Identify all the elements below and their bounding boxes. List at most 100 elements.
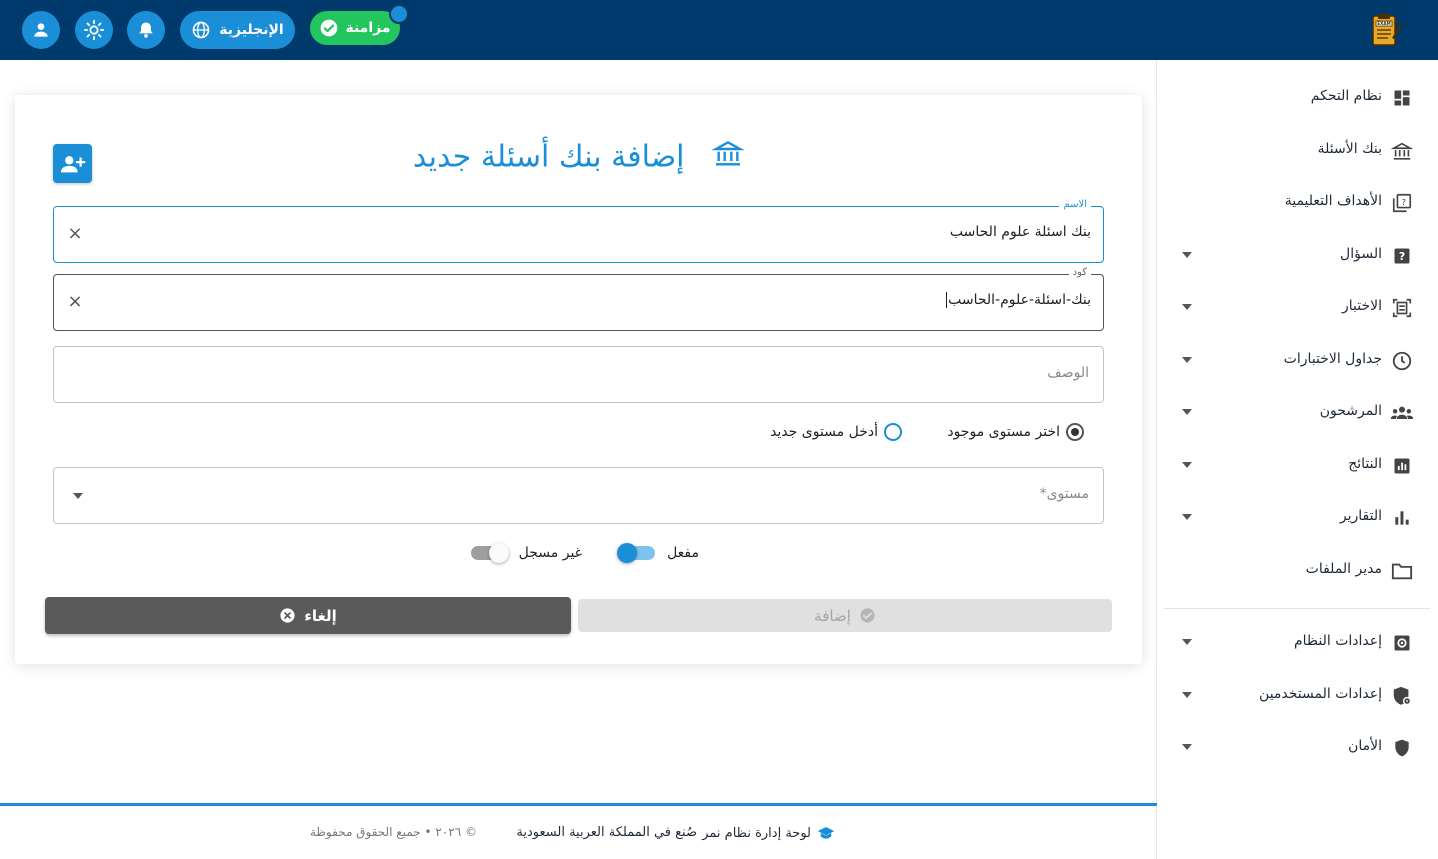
name-field[interactable]: الاسم بنك اسئلة علوم الحاسب × bbox=[53, 199, 1104, 263]
sidebar-item-label: الأمان bbox=[1348, 738, 1382, 754]
unregistered-switch[interactable] bbox=[470, 543, 509, 563]
add-question-bank-card: إضافة بنك أسئلة جديد الاسم بنك اسئلة علو… bbox=[15, 95, 1142, 664]
sidebar-item-user-settings[interactable]: إعدادات المستخدمين bbox=[1156, 676, 1438, 716]
user-settings-icon bbox=[1390, 684, 1414, 708]
code-field[interactable]: كود بنك-اسئلة-علوم-الحاسب × bbox=[53, 267, 1104, 331]
footer-made-in: صُنع في المملكة العربية السعودية bbox=[516, 825, 697, 840]
svg-text:?: ? bbox=[1399, 250, 1405, 263]
radio-new-label: أدخل مستوى جديد bbox=[770, 424, 878, 440]
footer-copyright: © ٢٠٢٦ • جميع الحقوق محفوظة bbox=[309, 825, 477, 839]
radio-new-level[interactable]: أدخل مستوى جديد bbox=[770, 423, 902, 441]
objectives-icon: ? bbox=[1390, 191, 1414, 215]
globe-icon bbox=[192, 21, 210, 39]
logo-text: EXAM bbox=[1377, 21, 1391, 26]
level-mode-radio-group: اختر مستوى موجود أدخل مستوى جديد bbox=[15, 423, 1142, 447]
folder-icon bbox=[1390, 559, 1414, 583]
bank-icon bbox=[1390, 139, 1414, 163]
sidebar-item-label: السؤال bbox=[1340, 246, 1382, 262]
sidebar-item-exam[interactable]: الاختبار bbox=[1156, 288, 1438, 328]
user-icon bbox=[34, 23, 48, 37]
clock-icon bbox=[1390, 349, 1414, 373]
sidebar-item-label: الأهداف التعليمية bbox=[1284, 193, 1382, 209]
graduation-cap-icon bbox=[817, 827, 835, 839]
chevron-down-icon bbox=[1182, 304, 1192, 310]
bell-icon bbox=[139, 22, 153, 38]
sidebar-item-label: المرشحون bbox=[1319, 403, 1382, 419]
code-value-wrap: بنك-اسئلة-علوم-الحاسب bbox=[946, 292, 1091, 308]
system-settings-icon bbox=[1390, 631, 1414, 655]
sidebar-item-results[interactable]: النتائج bbox=[1156, 446, 1438, 486]
sidebar-item-label: إعدادات المستخدمين bbox=[1259, 686, 1382, 702]
sidebar-item-label: إعدادات النظام bbox=[1293, 633, 1382, 649]
footer: لوحة إدارة نظام نمر صُنع في المملكة العر… bbox=[0, 818, 1157, 848]
check-circle-icon bbox=[860, 608, 875, 623]
chevron-down-icon bbox=[1182, 357, 1192, 363]
add-user-button[interactable] bbox=[53, 144, 92, 183]
user-plus-icon bbox=[60, 155, 85, 172]
footer-divider bbox=[0, 803, 1157, 806]
chevron-down-icon bbox=[1182, 462, 1192, 468]
page-title-text: إضافة بنك أسئلة جديد bbox=[412, 139, 685, 175]
active-toggle-label: مفعل bbox=[667, 545, 699, 561]
chevron-down-icon bbox=[1182, 252, 1192, 258]
clear-name-icon[interactable]: × bbox=[66, 225, 84, 243]
sidebar-item-question[interactable]: ? السؤال bbox=[1156, 236, 1438, 276]
radio-existing-label: اختر مستوى موجود bbox=[947, 424, 1060, 440]
sidebar-item-label: مدير الملفات bbox=[1305, 561, 1382, 577]
sidebar: نظام التحكم بنك الأسئلة ? الأهداف التعلي… bbox=[1156, 60, 1438, 859]
sidebar-item-label: التقارير bbox=[1339, 508, 1382, 524]
sidebar-item-security[interactable]: الأمان bbox=[1156, 728, 1438, 768]
sidebar-item-file-manager[interactable]: مدير الملفات bbox=[1156, 551, 1438, 591]
add-button[interactable]: إضافة bbox=[578, 599, 1112, 632]
add-button-label: إضافة bbox=[814, 606, 851, 625]
name-label: الاسم bbox=[1059, 199, 1091, 210]
description-field[interactable]: الوصف bbox=[53, 346, 1104, 403]
sidebar-divider bbox=[1164, 608, 1430, 609]
candidates-icon bbox=[1390, 401, 1414, 425]
radio-existing-level[interactable]: اختر مستوى موجود bbox=[947, 423, 1084, 441]
results-icon bbox=[1390, 454, 1414, 478]
active-toggle[interactable]: مفعل bbox=[617, 543, 699, 563]
sidebar-item-candidates[interactable]: المرشحون bbox=[1156, 393, 1438, 433]
sidebar-item-dashboard[interactable]: نظام التحكم bbox=[1156, 78, 1438, 118]
radio-checked-icon bbox=[1066, 423, 1084, 441]
active-switch[interactable] bbox=[617, 543, 656, 563]
sidebar-item-reports[interactable]: التقارير bbox=[1156, 498, 1438, 538]
account-button[interactable] bbox=[22, 11, 60, 49]
footer-brand-label: لوحة إدارة نظام نمر bbox=[702, 825, 811, 841]
sync-status-dot bbox=[389, 4, 409, 24]
sidebar-item-question-bank[interactable]: بنك الأسئلة bbox=[1156, 131, 1438, 171]
level-select[interactable]: مستوى* bbox=[53, 467, 1104, 524]
clear-code-icon[interactable]: × bbox=[66, 293, 84, 311]
app-logo[interactable]: EXAM bbox=[1368, 12, 1404, 48]
footer-brand[interactable]: لوحة إدارة نظام نمر bbox=[702, 825, 835, 841]
language-button[interactable]: الإنجليزية bbox=[180, 11, 295, 49]
unregistered-toggle-label: غير مسجل bbox=[518, 545, 582, 561]
sidebar-item-system-settings[interactable]: إعدادات النظام bbox=[1156, 623, 1438, 663]
top-bar: الإنجليزية مزامنة EXAM bbox=[0, 0, 1438, 60]
sidebar-item-label: جداول الاختبارات bbox=[1283, 351, 1382, 367]
name-value: بنك اسئلة علوم الحاسب bbox=[949, 224, 1091, 240]
cancel-button-label: إلغاء bbox=[304, 606, 337, 625]
level-placeholder: مستوى* bbox=[1039, 486, 1089, 502]
language-label: الإنجليزية bbox=[219, 22, 284, 38]
sidebar-item-label: الاختبار bbox=[1341, 298, 1382, 314]
sync-button[interactable]: مزامنة bbox=[310, 11, 400, 45]
dashboard-icon bbox=[1390, 86, 1414, 110]
chevron-down-icon bbox=[73, 493, 83, 499]
cancel-button[interactable]: إلغاء bbox=[45, 597, 571, 634]
close-circle-icon bbox=[280, 608, 295, 623]
page-title: إضافة بنك أسئلة جديد bbox=[15, 137, 1142, 177]
unregistered-toggle[interactable]: غير مسجل bbox=[470, 543, 582, 563]
chevron-down-icon bbox=[1182, 744, 1192, 750]
bank-icon bbox=[711, 137, 745, 177]
code-value: بنك-اسئلة-علوم-الحاسب bbox=[948, 292, 1091, 308]
chevron-down-icon bbox=[1182, 692, 1192, 698]
status-toggles: مفعل غير مسجل bbox=[15, 543, 1142, 569]
notifications-button[interactable] bbox=[127, 11, 165, 49]
sidebar-item-objectives[interactable]: ? الأهداف التعليمية bbox=[1156, 183, 1438, 223]
chevron-down-icon bbox=[1182, 409, 1192, 415]
theme-toggle-button[interactable] bbox=[75, 11, 113, 49]
chevron-down-icon bbox=[1182, 514, 1192, 520]
sidebar-item-exam-schedules[interactable]: جداول الاختبارات bbox=[1156, 341, 1438, 381]
